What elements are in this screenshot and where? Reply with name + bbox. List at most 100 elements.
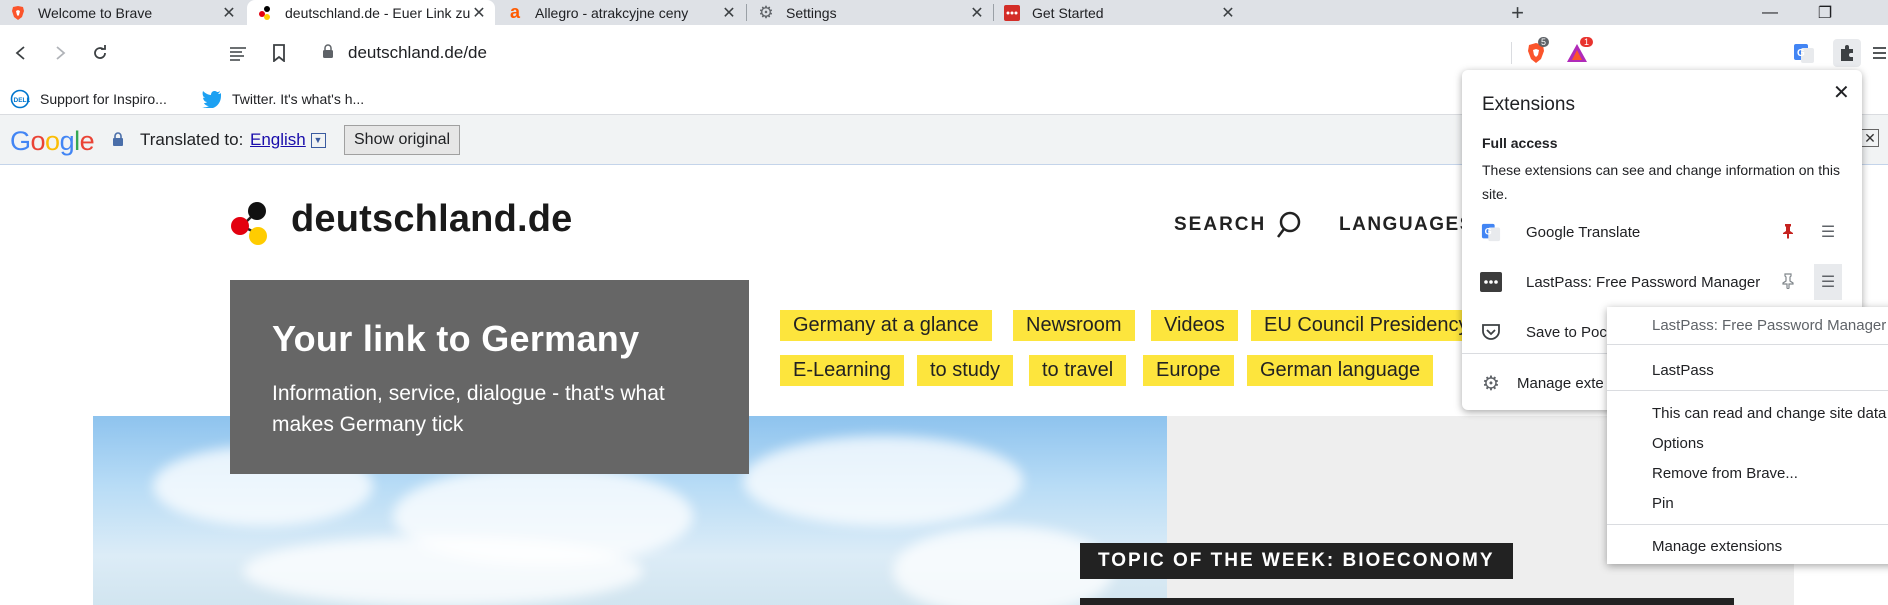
tab-title: Settings (786, 4, 837, 21)
close-icon[interactable]: ✕ (721, 5, 737, 22)
hamburger-icon (1873, 47, 1886, 59)
address-bar[interactable]: deutschland.de/de (312, 34, 1512, 72)
extension-name: LastPass: Free Password Manager (1526, 273, 1761, 291)
reload-icon (94, 45, 106, 59)
context-item-options[interactable]: Options (1652, 435, 1704, 452)
svg-text:DELL: DELL (14, 97, 31, 104)
extension-name: Google Translate (1526, 223, 1641, 241)
tab-settings[interactable]: ⚙ Settings ✕ (748, 0, 993, 25)
svg-text:G: G (1485, 227, 1492, 237)
context-item-remove[interactable]: Remove from Brave... (1652, 465, 1798, 482)
tab-title: Get Started (1032, 4, 1104, 21)
language-link[interactable]: English (250, 130, 306, 149)
divider (1607, 390, 1888, 391)
google-translate-icon: G (1480, 221, 1502, 243)
close-icon[interactable]: ✕ (969, 5, 985, 22)
forward-arrow-icon (56, 46, 66, 60)
tab-title: Welcome to Brave (38, 4, 153, 21)
brave-shields-button[interactable]: 5 (1522, 37, 1550, 67)
tab-title: Allegro - atrakcyjne ceny (535, 4, 689, 21)
show-original-button[interactable]: Show original (344, 125, 461, 155)
reader-mode-icon (230, 47, 246, 61)
topic-of-the-week-banner[interactable]: TOPIC OF THE WEEK: BIOECONOMY (1080, 543, 1513, 579)
languages-nav-button[interactable]: LANGUAGES (1339, 214, 1474, 236)
allegro-icon: a (509, 2, 520, 22)
more-options-icon[interactable]: ☰ (1814, 214, 1842, 250)
extension-name: Save to Pock (1526, 323, 1615, 341)
tab-title: deutschland.de - Euer Link zu Deut (285, 4, 471, 21)
topic-bar (1080, 598, 1734, 605)
extensions-button[interactable] (1833, 39, 1861, 67)
deutschland-logo-icon[interactable] (228, 200, 276, 248)
lastpass-icon (1004, 4, 1020, 21)
bookmark-twitter[interactable]: Twitter. It's what's h... (202, 89, 364, 109)
search-nav-button[interactable]: SEARCH (1174, 211, 1302, 239)
context-menu-header: LastPass: Free Password Manager (1652, 317, 1887, 334)
close-icon[interactable]: ✕ (1833, 80, 1850, 105)
twitter-icon (202, 89, 222, 109)
tab-strip: Welcome to Brave ✕ deutschland.de - Euer… (0, 0, 1888, 25)
manage-extensions-label: Manage exte (1517, 374, 1604, 392)
shields-badge: 5 (1538, 37, 1550, 47)
tab-get-started[interactable]: Get Started ✕ (994, 0, 1244, 25)
chip-e-learning[interactable]: E-Learning (780, 355, 904, 386)
back-button[interactable] (7, 39, 35, 67)
close-icon[interactable]: ✕ (471, 5, 487, 22)
gear-icon: ⚙ (758, 2, 774, 22)
close-icon[interactable]: ✕ (1861, 129, 1879, 147)
chip-eu-council-presidency[interactable]: EU Council Presidency (1251, 310, 1482, 341)
context-item-manage-extensions[interactable]: Manage extensions (1652, 538, 1782, 555)
dell-icon: DELL (10, 89, 30, 109)
reload-button[interactable] (86, 39, 114, 67)
context-item-pin[interactable]: Pin (1652, 495, 1674, 512)
menu-button[interactable] (1870, 39, 1888, 67)
back-arrow-icon (15, 46, 25, 60)
chip-german-language[interactable]: German language (1247, 355, 1434, 386)
chip-videos[interactable]: Videos (1151, 310, 1238, 341)
tab-welcome-brave[interactable]: Welcome to Brave ✕ (0, 0, 245, 25)
bookmark-label: Twitter. It's what's h... (232, 91, 365, 107)
context-item-lastpass[interactable]: LastPass (1652, 362, 1714, 379)
google-translate-toolbar-button[interactable]: G (1790, 39, 1818, 67)
restore-icon[interactable]: ❐ (1800, 0, 1850, 25)
tab-deutschland[interactable]: deutschland.de - Euer Link zu Deut ✕ (247, 0, 495, 25)
chip-to-travel[interactable]: to travel (1029, 355, 1127, 386)
pocket-icon (1480, 321, 1502, 343)
chip-newsroom[interactable]: Newsroom (1013, 310, 1135, 341)
close-icon[interactable]: ✕ (1220, 5, 1236, 22)
bookmark-label: Support for Inspiro... (40, 91, 167, 107)
pin-icon[interactable] (1782, 272, 1794, 292)
hero-title: Your link to Germany (272, 318, 640, 359)
new-tab-button[interactable]: + (1505, 0, 1530, 25)
chip-to-study[interactable]: to study (917, 355, 1014, 386)
extension-item-lastpass[interactable]: LastPass: Free Password Manager ☰ (1462, 262, 1862, 302)
extension-context-menu: LastPass: Free Password Manager LastPass… (1607, 307, 1888, 564)
pin-icon[interactable] (1782, 223, 1794, 242)
tab-allegro[interactable]: a Allegro - atrakcyjne ceny ✕ (497, 0, 745, 25)
more-options-icon[interactable]: ☰ (1814, 264, 1842, 300)
puzzle-icon (1841, 45, 1853, 61)
extension-item-google-translate[interactable]: G Google Translate ☰ (1462, 212, 1862, 252)
lock-icon (322, 43, 334, 63)
minimize-icon[interactable]: — (1745, 0, 1795, 25)
hero-box: Your link to Germany Information, servic… (230, 280, 749, 474)
url-text: deutschland.de/de (348, 43, 487, 62)
dropdown-arrow-icon[interactable]: ▼ (310, 133, 326, 149)
lastpass-icon (1480, 271, 1502, 293)
site-name[interactable]: deutschland.de (291, 198, 573, 241)
popup-title: Extensions (1482, 94, 1575, 115)
svg-text:G: G (1797, 48, 1805, 59)
bookmark-dell-support[interactable]: DELL Support for Inspiro... (10, 89, 167, 109)
brave-rewards-button[interactable]: 1 (1563, 37, 1594, 67)
close-icon[interactable]: ✕ (221, 5, 237, 22)
forward-button[interactable] (46, 39, 74, 67)
chip-germany-at-a-glance[interactable]: Germany at a glance (780, 310, 992, 341)
bookmark-button[interactable] (265, 39, 293, 67)
google-logo: Google (10, 126, 95, 156)
reader-mode-button[interactable] (224, 39, 252, 67)
gear-icon: ⚙ (1482, 372, 1500, 395)
section-description: These extensions can see and change info… (1482, 162, 1841, 202)
language-select[interactable]: English ▼ (250, 130, 326, 150)
chip-europe[interactable]: Europe (1143, 355, 1234, 386)
context-item-site-data[interactable]: This can read and change site data (1652, 405, 1886, 422)
